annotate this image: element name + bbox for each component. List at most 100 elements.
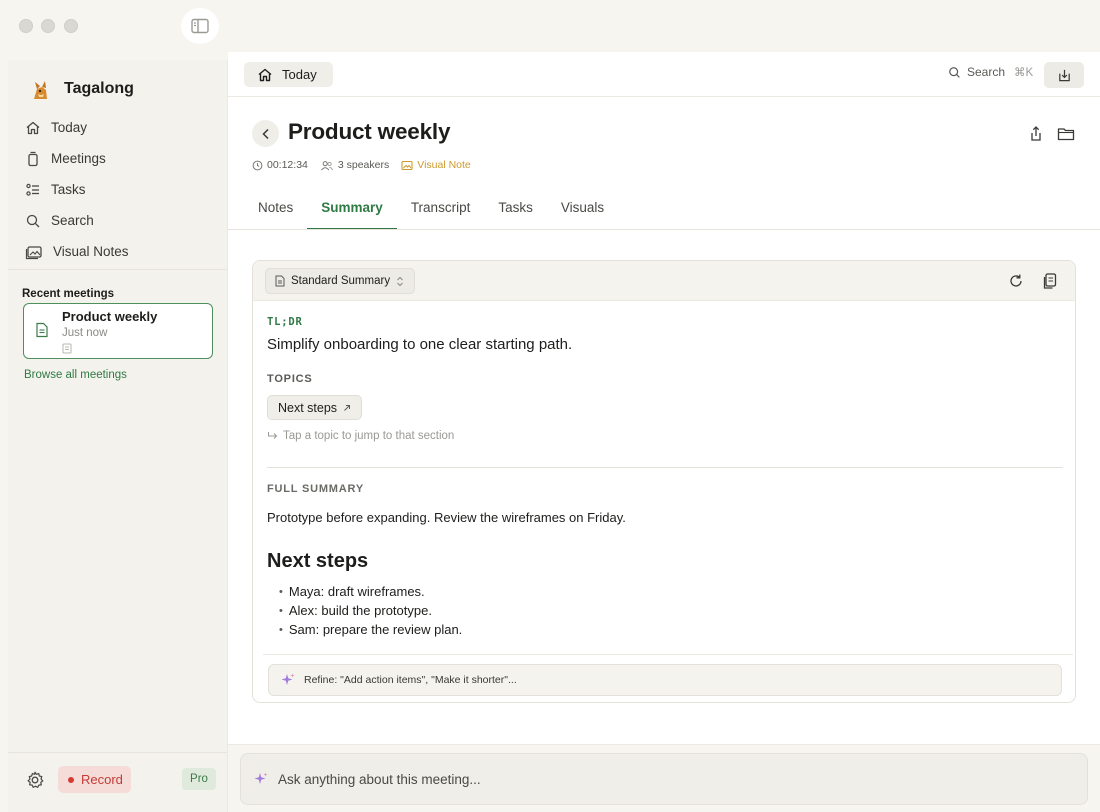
next-steps-heading: Next steps [267, 550, 369, 572]
plan-badge: Pro [182, 768, 216, 790]
summary-card: Standard Summary TL;DR Simplify onboardi… [252, 260, 1076, 703]
sidebar-item-visual-notes[interactable]: Visual Notes [8, 236, 227, 267]
search-label: Search [967, 65, 1006, 79]
tldr-text: Simplify onboarding to one clear startin… [267, 336, 573, 353]
meeting-tabs: Notes Summary Transcript Tasks Visuals [244, 188, 618, 230]
visual-notes-icon [25, 245, 42, 259]
recent-meeting-card[interactable]: Product weekly Just now [23, 303, 213, 359]
list-item: Sam: prepare the review plan. [267, 620, 462, 639]
ask-input[interactable]: Ask anything about this meeting... [240, 753, 1088, 805]
visual-note-label: Visual Note [417, 159, 471, 171]
search-shortcut: ⌘K [1014, 67, 1034, 79]
brand: Tagalong [28, 76, 134, 102]
sidebar-toggle-button[interactable] [181, 8, 219, 44]
tab-transcript[interactable]: Transcript [397, 188, 485, 230]
home-icon [258, 68, 272, 81]
refine-input[interactable]: Refine: "Add action items", "Make it sho… [268, 664, 1062, 696]
document-icon [275, 275, 285, 287]
tab-notes[interactable]: Notes [244, 188, 307, 230]
topic-chip-label: Next steps [278, 400, 338, 415]
browse-all-meetings-link[interactable]: Browse all meetings [24, 369, 127, 381]
image-icon [401, 160, 413, 170]
today-label: Today [282, 67, 317, 82]
sidebar-item-label: Visual Notes [53, 244, 129, 259]
sidebar-nav: Today Meetings Tasks Search Visual Notes [8, 112, 227, 267]
tab-summary[interactable]: Summary [307, 188, 397, 230]
duration-value: 00:12:34 [267, 159, 308, 171]
window-close-button[interactable] [19, 19, 33, 33]
meeting-meta: 00:12:34 3 speakers Visual Note [252, 159, 483, 171]
record-dot-icon [68, 776, 74, 783]
duration: 00:12:34 [252, 159, 308, 171]
sidebar-item-search[interactable]: Search [8, 205, 227, 236]
record-button[interactable]: Record [58, 766, 131, 793]
sidebar: Tagalong Today Meetings Tasks Search Vis… [8, 60, 228, 812]
sidebar-footer: Record Pro [8, 752, 227, 812]
return-arrow-icon [268, 432, 278, 439]
sidebar-item-label: Tasks [51, 182, 86, 197]
regenerate-icon[interactable] [1007, 272, 1025, 290]
sparkle-icon [281, 673, 295, 685]
sidebar-divider [8, 269, 227, 270]
home-icon [26, 121, 40, 134]
list-item: Maya: draft wireframes. [267, 582, 462, 601]
chevron-left-icon [261, 128, 269, 139]
gear-icon[interactable] [25, 770, 45, 790]
topics-label: TOPICS [267, 373, 313, 385]
topic-chip[interactable]: Next steps [267, 395, 363, 420]
copy-icon[interactable] [1041, 272, 1059, 290]
ask-zone: Ask anything about this meeting... [228, 744, 1100, 812]
tagalong-logo-icon [28, 76, 54, 102]
export-button[interactable] [1044, 62, 1084, 88]
search-icon [26, 214, 40, 227]
back-button[interactable] [252, 120, 279, 147]
window-zoom-button[interactable] [64, 19, 78, 33]
sidebar-item-today[interactable]: Today [8, 112, 227, 143]
recent-meeting-time: Just now [62, 327, 108, 339]
sidebar-item-meetings[interactable]: Meetings [8, 143, 227, 174]
sidebar-item-label: Today [51, 120, 88, 135]
list-item: Alex: build the prototype. [267, 601, 462, 620]
tldr-label: TL;DR [267, 316, 303, 328]
main-panel: Today Search ⌘K Product weekly 00:12:34 … [228, 52, 1100, 812]
arrow-up-right-icon [344, 404, 351, 411]
app-name: Tagalong [64, 80, 134, 97]
sidebar-toggle-icon [191, 18, 209, 34]
clock-icon [252, 160, 263, 170]
tabs-divider [228, 229, 1100, 230]
download-tray-icon [1058, 69, 1070, 81]
tab-visuals[interactable]: Visuals [547, 188, 618, 230]
window-titlebar [0, 0, 1100, 52]
summary-template-label: Standard Summary [291, 275, 391, 287]
search-button[interactable]: Search ⌘K [948, 65, 1033, 79]
share-icon[interactable] [1027, 125, 1045, 143]
recent-meetings-heading: Recent meetings [22, 288, 115, 300]
people-icon [320, 160, 333, 170]
summary-divider [267, 467, 1063, 468]
speakers-value: 3 speakers [337, 159, 390, 171]
speakers: 3 speakers [320, 159, 389, 171]
refine-placeholder: Refine: "Add action items", "Make it sho… [304, 674, 517, 686]
topic-hint: Tap a topic to jump to that section [267, 430, 454, 442]
tasks-icon [26, 183, 39, 196]
summary-template-select[interactable]: Standard Summary [265, 268, 415, 294]
topic-hint-text: Tap a topic to jump to that section [283, 430, 455, 442]
refine-divider [263, 654, 1073, 655]
visual-note-link[interactable]: Visual Note [401, 159, 471, 171]
sidebar-item-tasks[interactable]: Tasks [8, 174, 227, 205]
today-button[interactable]: Today [244, 62, 333, 87]
summary-card-header: Standard Summary [253, 261, 1075, 301]
tab-tasks[interactable]: Tasks [484, 188, 547, 230]
chevron-updown-icon [397, 276, 403, 286]
sidebar-item-label: Meetings [51, 151, 106, 166]
next-steps-list: Maya: draft wireframes. Alex: build the … [267, 582, 462, 639]
sparkle-icon [254, 772, 268, 784]
sidebar-item-label: Search [51, 213, 94, 228]
document-icon [36, 322, 48, 338]
ask-placeholder: Ask anything about this meeting... [278, 771, 481, 787]
folder-icon[interactable] [1057, 125, 1075, 143]
record-label: Record [81, 772, 123, 787]
recent-meeting-title: Product weekly [62, 309, 158, 324]
window-minimize-button[interactable] [41, 19, 55, 33]
search-icon [949, 66, 960, 78]
